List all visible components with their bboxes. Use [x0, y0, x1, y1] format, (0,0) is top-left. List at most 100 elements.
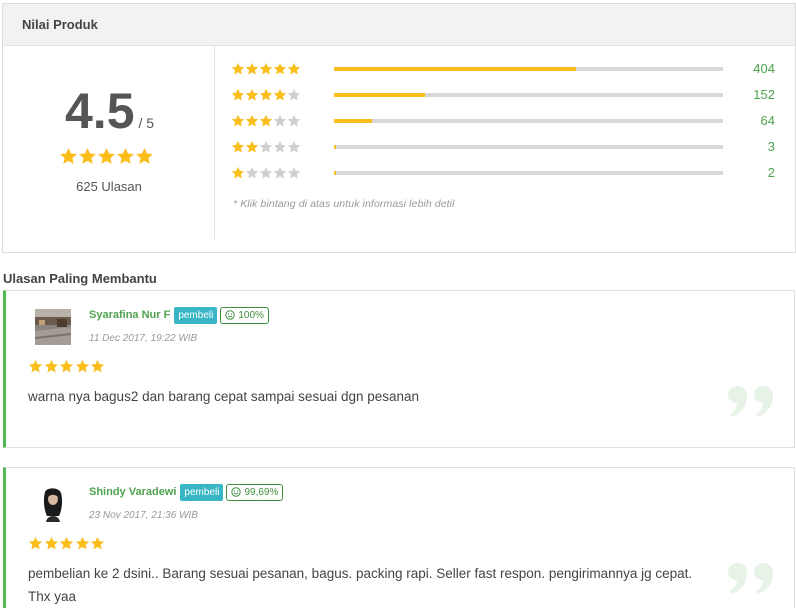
star-filled-icon — [90, 359, 105, 373]
section-title: Ulasan Paling Membantu — [3, 271, 157, 286]
star-filled-icon — [44, 536, 58, 550]
star-filled-icon — [259, 62, 273, 75]
star-filled-icon — [231, 166, 245, 179]
rating-row-4-star[interactable]: 152 — [231, 87, 795, 102]
rating-bar — [334, 93, 723, 97]
star-empty-icon — [287, 114, 301, 127]
buyer-badge: pembeli — [174, 306, 218, 324]
rating-count: 2 — [767, 165, 775, 180]
smile-icon — [225, 310, 236, 320]
average-stars — [59, 147, 154, 166]
star-filled-icon — [117, 148, 134, 164]
star-filled-icon — [231, 62, 245, 75]
star-filled-icon — [59, 359, 74, 373]
reputation-value: 100% — [238, 309, 264, 321]
rating-bar-fill — [334, 145, 336, 149]
review-count: 625 Ulasan — [76, 179, 142, 194]
quote-icon — [728, 386, 773, 417]
rating-row-3-star[interactable]: 64 — [231, 113, 795, 128]
star-empty-icon — [245, 166, 259, 179]
row-stars[interactable] — [231, 114, 306, 128]
star-filled-icon — [231, 88, 245, 101]
star-filled-icon — [28, 536, 43, 550]
reputation-value: 99,69% — [244, 486, 279, 498]
rating-bar-fill — [334, 171, 336, 175]
star-filled-icon — [273, 62, 287, 75]
reputation-badge[interactable]: 99,69% — [226, 483, 284, 501]
rating-body: 4.5 / 5 625 Ulasan * Klik bintang di ata… — [3, 46, 795, 252]
row-stars[interactable] — [231, 88, 306, 102]
rating-bar-fill — [334, 93, 425, 97]
star-filled-icon — [273, 88, 287, 101]
score-value: 4.5 — [65, 83, 135, 139]
review-card: Shindy Varadewi pembeli 99,69% 23 Nov 20… — [3, 467, 795, 608]
score-max: / 5 — [138, 115, 155, 131]
star-empty-icon — [259, 166, 273, 179]
star-empty-icon — [273, 140, 287, 153]
star-empty-icon — [273, 114, 287, 127]
star-filled-icon — [259, 88, 273, 101]
star-filled-icon — [231, 114, 245, 127]
star-filled-icon — [75, 536, 89, 550]
rating-bar-fill — [334, 67, 576, 71]
score-line: 4.5 / 5 — [65, 86, 154, 136]
star-filled-icon — [98, 148, 115, 164]
review-date: 11 Dec 2017, 19:22 WIB — [89, 333, 198, 344]
rating-bar — [334, 171, 723, 175]
star-filled-icon — [231, 140, 245, 153]
star-empty-icon — [287, 88, 301, 101]
rating-breakdown: * Klik bintang di atas untuk informasi l… — [231, 46, 795, 239]
rating-bar — [334, 67, 723, 71]
quote-icon — [728, 563, 773, 594]
star-empty-icon — [259, 140, 273, 153]
reviewer-name[interactable]: Shindy Varadewi — [89, 486, 176, 498]
rating-row-2-star[interactable]: 3 — [231, 139, 795, 154]
breakdown-note: * Klik bintang di atas untuk informasi l… — [233, 198, 455, 210]
rating-bar-fill — [334, 119, 372, 123]
rating-row-5-star[interactable]: 404 — [231, 61, 795, 76]
star-filled-icon — [59, 536, 74, 550]
star-filled-icon — [245, 88, 259, 101]
row-stars[interactable] — [231, 140, 306, 154]
star-filled-icon — [259, 114, 273, 127]
row-stars[interactable] — [231, 166, 306, 180]
star-filled-icon — [245, 62, 259, 75]
star-filled-icon — [90, 536, 105, 550]
rating-summary-panel: Nilai Produk 4.5 / 5 625 Ulasan * Klik b… — [2, 3, 796, 253]
star-empty-icon — [287, 140, 301, 153]
star-filled-icon — [245, 114, 259, 127]
rating-bar — [334, 145, 723, 149]
rating-count: 404 — [753, 61, 775, 76]
review-text: warna nya bagus2 dan barang cepat sampai… — [28, 389, 420, 404]
star-filled-icon — [287, 62, 301, 75]
star-filled-icon — [75, 359, 89, 373]
rating-count: 64 — [760, 113, 775, 128]
reputation-badge[interactable]: 100% — [220, 306, 269, 324]
star-filled-icon — [60, 148, 77, 164]
reviewer-name[interactable]: Syarafina Nur F — [89, 309, 170, 321]
avatar[interactable] — [35, 486, 71, 522]
smile-icon — [231, 487, 242, 497]
review-card: Syarafina Nur F pembeli 100% 11 Dec 2017… — [3, 290, 795, 448]
avatar[interactable] — [35, 309, 71, 345]
reviewer-info: Syarafina Nur F pembeli 100% — [89, 305, 269, 325]
star-empty-icon — [287, 166, 301, 179]
rating-bar — [334, 119, 723, 123]
review-stars — [28, 536, 106, 551]
star-filled-icon — [245, 140, 259, 153]
star-filled-icon — [136, 148, 153, 164]
star-filled-icon — [79, 148, 96, 164]
rating-count: 152 — [753, 87, 775, 102]
row-stars[interactable] — [231, 62, 306, 76]
review-text: pembelian ke 2 dsini.. Barang sesuai pes… — [28, 566, 693, 604]
star-filled-icon — [44, 359, 58, 373]
rating-row-1-star[interactable]: 2 — [231, 165, 795, 180]
average-score: 4.5 / 5 625 Ulasan — [3, 46, 215, 239]
star-empty-icon — [273, 166, 287, 179]
rating-count: 3 — [767, 139, 775, 154]
reviewer-info: Shindy Varadewi pembeli 99,69% — [89, 482, 284, 502]
star-filled-icon — [28, 359, 43, 373]
rating-title: Nilai Produk — [22, 17, 98, 32]
rating-header: Nilai Produk — [3, 4, 795, 46]
review-stars — [28, 359, 106, 374]
